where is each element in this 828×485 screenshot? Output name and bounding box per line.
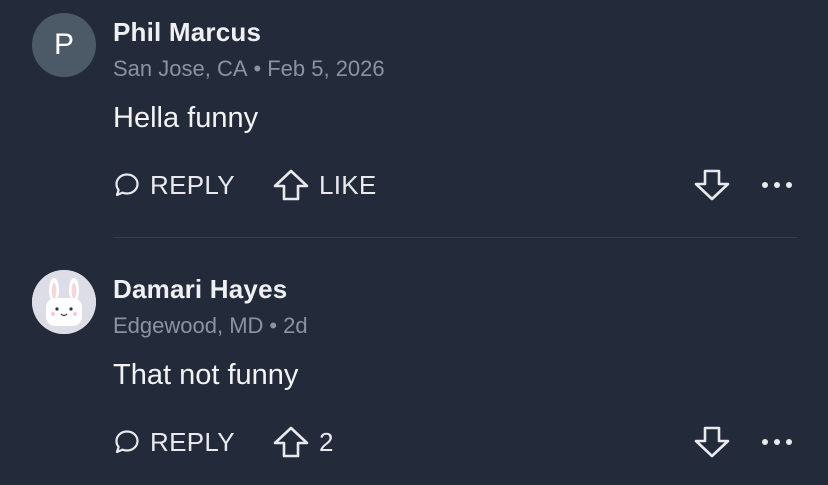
meta-separator: • (253, 56, 262, 81)
upvote-arrow-icon (272, 168, 319, 202)
downvote-button[interactable] (693, 165, 731, 205)
avatar[interactable]: P (32, 13, 96, 77)
like-button[interactable]: LIKE (272, 165, 377, 205)
reply-button[interactable]: REPLY (113, 165, 235, 205)
comment-location: Edgewood, MD (113, 313, 264, 338)
comment-actions: REPLY 2 (0, 422, 828, 462)
like-label: LIKE (319, 169, 377, 200)
avatar-letter: P (53, 28, 74, 61)
like-button[interactable]: 2 (272, 422, 334, 462)
comment-timestamp: 2d (283, 313, 308, 338)
ellipsis-icon (760, 437, 794, 447)
avatar[interactable] (32, 270, 96, 334)
comment-author[interactable]: Damari Hayes (113, 274, 287, 305)
ellipsis-icon (760, 180, 794, 190)
comment-text: Hella funny (113, 102, 259, 134)
speech-bubble-icon (113, 171, 150, 199)
comment-author[interactable]: Phil Marcus (113, 17, 261, 48)
comment-actions: REPLY LIKE (0, 165, 828, 205)
meta-separator: • (269, 313, 278, 338)
upvote-arrow-icon (272, 425, 319, 459)
comment-timestamp: Feb 5, 2026 (267, 56, 385, 81)
comment-text: That not funny (113, 359, 299, 391)
comment-meta: San Jose, CA • Feb 5, 2026 (113, 56, 385, 82)
downvote-button[interactable] (693, 422, 731, 462)
comment-divider (113, 237, 797, 238)
comment-meta: Edgewood, MD • 2d (113, 313, 308, 339)
more-options-button[interactable] (760, 422, 794, 462)
like-count: 2 (319, 426, 334, 457)
more-options-button[interactable] (760, 165, 794, 205)
comment-location: San Jose, CA (113, 56, 248, 81)
reply-label: REPLY (150, 169, 235, 200)
speech-bubble-icon (113, 428, 150, 456)
reply-label: REPLY (150, 426, 235, 457)
bunny-avatar-icon (32, 270, 96, 334)
downvote-arrow-icon (693, 168, 731, 202)
downvote-arrow-icon (693, 425, 731, 459)
reply-button[interactable]: REPLY (113, 422, 235, 462)
